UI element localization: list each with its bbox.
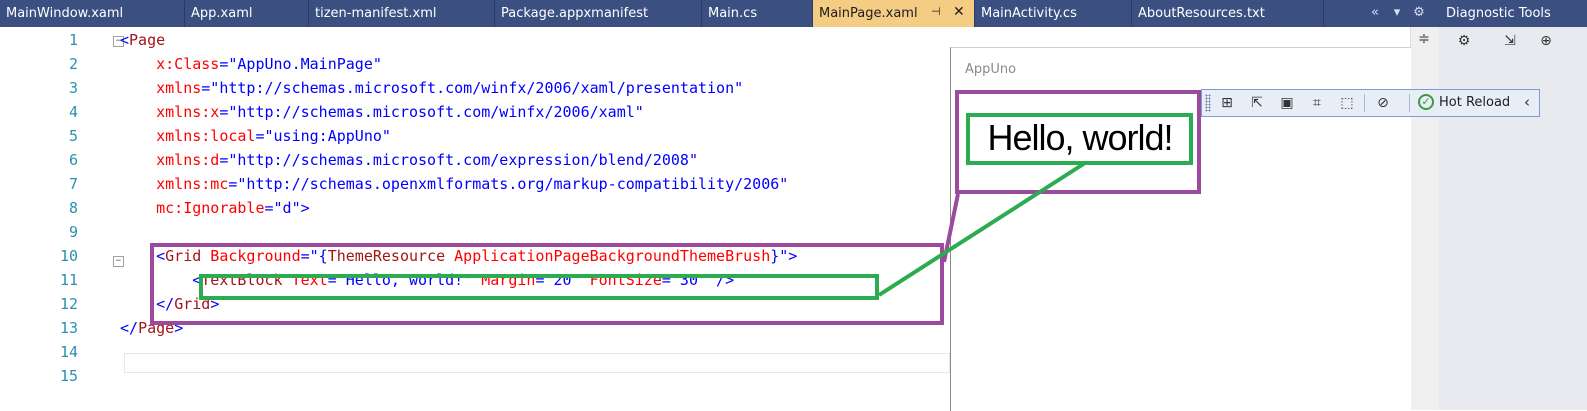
dropdown-icon[interactable]: ▾ [1386, 0, 1408, 27]
textblock-preview-highlight [966, 113, 1193, 165]
code-token: ="http://schemas.microsoft.com/winfx/200… [219, 103, 644, 121]
xaml-binding-failures-icon[interactable]: ⊘ [1372, 93, 1394, 113]
tab-tizen-manifest-xml[interactable]: tizen-manifest.xml [309, 0, 495, 27]
app-window-title: AppUno [965, 62, 1017, 77]
line-number: 7 [68, 175, 78, 193]
line-number: 3 [68, 79, 78, 97]
display-layout-adorners-icon[interactable]: ▣ [1276, 93, 1298, 113]
line-number: 15 [59, 367, 78, 385]
tab-label: MainWindow.xaml [6, 6, 124, 21]
code-line: xmlns="http://schemas.microsoft.com/winf… [120, 79, 743, 97]
code-line: xmlns:d="http://schemas.microsoft.com/ex… [120, 151, 698, 169]
code-token: =" [219, 55, 238, 73]
editor-scrollbar[interactable]: ≑ [1410, 27, 1439, 410]
line-number: 11 [59, 271, 78, 289]
tab-label: tizen-manifest.xml [315, 6, 437, 21]
line-number: 13 [59, 319, 78, 337]
line-number: 12 [59, 295, 78, 313]
split-icon[interactable]: ≑ [1415, 31, 1433, 49]
code-token: x:Class [120, 55, 220, 73]
pin-icon[interactable]: ⊣ [931, 5, 941, 18]
code-line: xmlns:x="http://schemas.microsoft.com/wi… [120, 103, 644, 121]
code-token: xmlns:mc [120, 175, 229, 193]
code-line: xmlns:local="using:AppUno" [120, 127, 391, 145]
live-visual-tree-icon[interactable]: ⊞ [1216, 93, 1238, 113]
code-line: mc:Ignorable="d"> [120, 199, 310, 217]
tab-main-cs[interactable]: Main.cs [702, 0, 813, 27]
settings-icon[interactable]: ⚙ [1453, 33, 1475, 53]
code-token: AppUno.MainPage [237, 55, 373, 73]
preview-selection-icon[interactable]: ⬚ [1336, 93, 1358, 113]
chevrons-left-icon[interactable]: « [1364, 0, 1386, 27]
code-token: xmlns [120, 79, 202, 97]
diagnostic-tools-header: Diagnostic Tools [1438, 0, 1587, 27]
code-token: mc:Ignorable [120, 199, 265, 217]
export-icon[interactable]: ⇲ [1499, 33, 1521, 53]
line-number: 1 [68, 31, 78, 49]
tab-mainpage-xaml[interactable]: MainPage.xaml ⊣ ✕ [813, 0, 975, 27]
code-token: xmlns:local [120, 127, 256, 145]
code-token: ="http://schemas.microsoft.com/expressio… [219, 151, 698, 169]
code-line: xmlns:mc="http://schemas.openxmlformats.… [120, 175, 788, 193]
diagnostic-tools-panel: ⚙ ⇲ ⊕ [1438, 27, 1587, 410]
tab-label: Main.cs [708, 6, 758, 21]
toolbar-separator [1364, 94, 1365, 112]
code-line: x:Class="AppUno.MainPage" [120, 55, 382, 73]
line-number: 6 [68, 151, 78, 169]
textblock-code-highlight [199, 274, 879, 300]
grip-icon[interactable] [1205, 94, 1211, 112]
toolbar-separator [1409, 94, 1410, 112]
code-token: " [372, 55, 382, 73]
code-token: ="using:AppUno" [255, 127, 391, 145]
code-token: xmlns:d [120, 151, 220, 169]
current-line-highlight [124, 353, 950, 373]
tab-label: Package.appxmanifest [501, 6, 649, 21]
line-number: 14 [59, 343, 78, 361]
document-tab-bar: MainWindow.xaml App.xaml tizen-manifest.… [0, 0, 1438, 27]
tab-label: AboutResources.txt [1138, 6, 1265, 21]
check-icon: ✓ [1418, 94, 1434, 110]
line-number: 4 [68, 103, 78, 121]
tab-mainactivity-cs[interactable]: MainActivity.cs [975, 0, 1132, 27]
line-number: 9 [68, 223, 78, 241]
line-number: 8 [68, 199, 78, 217]
tab-app-xaml[interactable]: App.xaml [185, 0, 309, 27]
tab-label: App.xaml [191, 6, 253, 21]
tab-package-appxmanifest[interactable]: Package.appxmanifest [495, 0, 702, 27]
gear-icon[interactable]: ⚙ [1408, 0, 1430, 27]
line-number: 5 [68, 127, 78, 145]
tab-aboutresources-txt[interactable]: AboutResources.txt [1132, 0, 1324, 27]
hot-reload-button[interactable]: Hot Reload [1439, 95, 1510, 110]
track-focus-icon[interactable]: ⌗ [1306, 93, 1328, 113]
code-line: <Page [120, 31, 165, 49]
tab-label: MainActivity.cs [981, 6, 1077, 21]
in-app-toolbar: ⊞ ⇱ ▣ ⌗ ⬚ ⊘ ✓ Hot Reload ‹ [1201, 89, 1540, 117]
line-number: 10 [59, 247, 78, 265]
code-token: ="d"> [264, 199, 310, 217]
code-token: < [120, 31, 130, 49]
select-element-icon[interactable]: ⇱ [1246, 93, 1268, 113]
code-token: Page [129, 31, 166, 49]
zoom-in-icon[interactable]: ⊕ [1535, 33, 1557, 53]
close-icon[interactable]: ✕ [953, 4, 965, 20]
code-token: ="http://schemas.microsoft.com/winfx/200… [201, 79, 744, 97]
tab-label: MainPage.xaml [819, 6, 918, 21]
line-number: 2 [68, 55, 78, 73]
code-token: ="http://schemas.openxmlformats.org/mark… [228, 175, 789, 193]
code-token: xmlns:x [120, 103, 220, 121]
code-token: </ [120, 319, 139, 337]
chevron-left-icon[interactable]: ‹ [1524, 93, 1530, 111]
diagnostic-tools-title: Diagnostic Tools [1446, 6, 1551, 21]
tab-mainwindow-xaml[interactable]: MainWindow.xaml [0, 0, 185, 27]
